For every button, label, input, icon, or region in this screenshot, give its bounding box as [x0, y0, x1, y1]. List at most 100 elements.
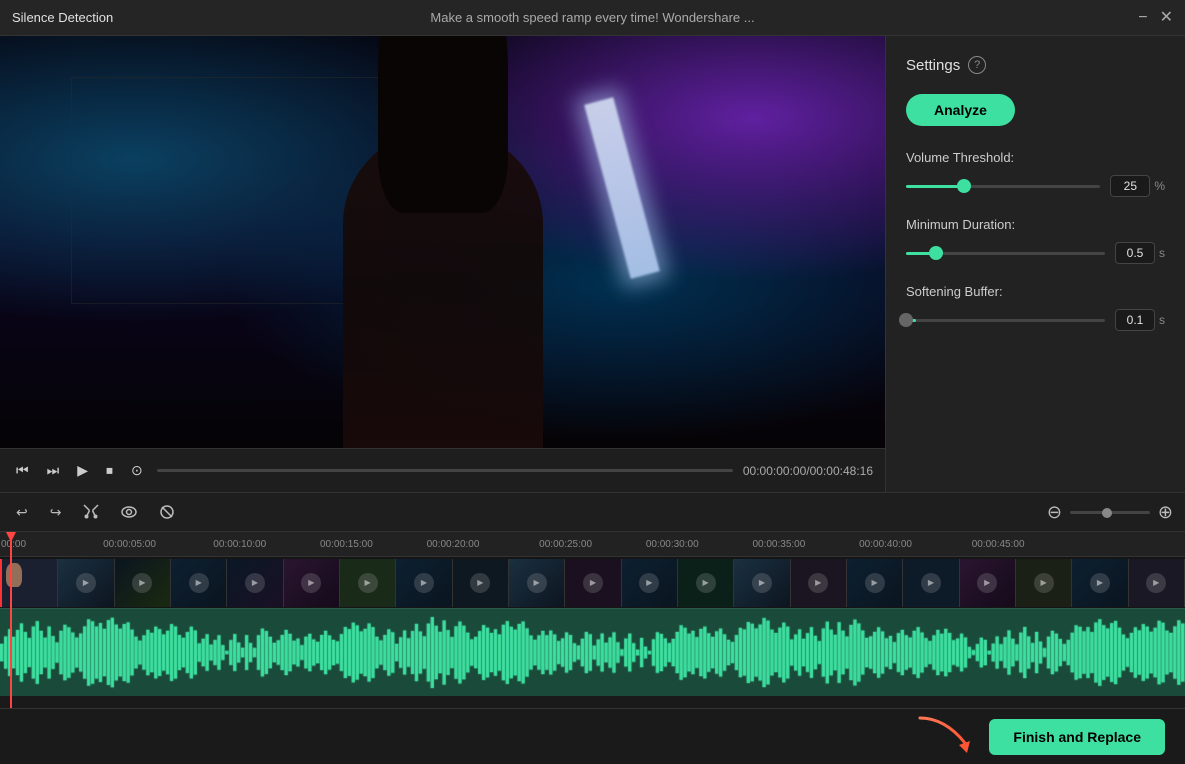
settings-panel: Settings ? Analyze Volume Threshold: 25 … [885, 36, 1185, 492]
volume-threshold-thumb[interactable] [957, 179, 971, 193]
settings-title: Settings [906, 57, 960, 74]
minimum-duration-fill [906, 252, 936, 255]
clip-4[interactable]: ▶ [227, 559, 283, 607]
zoom-dot [1102, 508, 1112, 518]
finish-replace-button[interactable]: Finish and Replace [989, 719, 1165, 755]
minimum-duration-label: Minimum Duration: [906, 217, 1165, 232]
help-icon[interactable]: ? [968, 56, 986, 74]
clip-18[interactable]: ▶ [1016, 559, 1072, 607]
arrow-indicator [915, 713, 975, 756]
volume-threshold-section: Volume Threshold: 25 % [906, 150, 1165, 197]
volume-threshold-number[interactable]: 25 [1110, 175, 1150, 197]
softening-buffer-number[interactable]: 0.1 [1115, 309, 1155, 331]
ruler-mark-2: 00:00:10:00 [213, 532, 266, 556]
video-panel: ⏮ ⏭ ▶ ⏹ ⊙ 00:00:00:00/00:00:48:16 [0, 36, 885, 492]
clip-9[interactable]: ▶ [509, 559, 565, 607]
eye-button[interactable] [117, 502, 141, 522]
ruler-mark-5: 00:00:25:00 [539, 532, 592, 556]
window-title: Silence Detection [12, 10, 113, 25]
clip-10[interactable]: ▶ [565, 559, 621, 607]
analyze-button[interactable]: Analyze [906, 94, 1015, 126]
clip-3[interactable]: ▶ [171, 559, 227, 607]
ruler-mark-4: 00:00:20:00 [427, 532, 480, 556]
clip-15[interactable]: ▶ [847, 559, 903, 607]
toolbar: ↩ ↪ ⊖ ⊕ [0, 492, 1185, 532]
clip-13[interactable]: ▶ [734, 559, 790, 607]
minimum-duration-slider-row: 0.5 s [906, 242, 1165, 264]
progress-bar[interactable] [157, 469, 733, 472]
timeline-ruler: 00:00 00:00:05:00 00:00:10:00 00:00:15:0… [0, 532, 1185, 556]
clip-8[interactable]: ▶ [453, 559, 509, 607]
close-button[interactable]: ✕ [1160, 10, 1173, 26]
cut-button[interactable] [79, 500, 103, 524]
redo-button[interactable]: ↪ [46, 500, 66, 525]
volume-threshold-slider-row: 25 % [906, 175, 1165, 197]
ruler-mark-3: 00:00:15:00 [320, 532, 373, 556]
skip-back-button[interactable]: ⏮ [12, 458, 33, 483]
settings-header: Settings ? [906, 56, 1165, 74]
titlebar: Silence Detection Make a smooth speed ra… [0, 0, 1185, 36]
subtitle: Make a smooth speed ramp every time! Won… [430, 10, 754, 25]
clip-7[interactable]: ▶ [396, 559, 452, 607]
minimum-duration-value: 0.5 s [1115, 242, 1165, 264]
clip-19[interactable]: ▶ [1072, 559, 1128, 607]
minimum-duration-track[interactable] [906, 252, 1105, 255]
playhead[interactable] [10, 532, 12, 708]
timeline-area[interactable]: 00:00 00:00:05:00 00:00:10:00 00:00:15:0… [0, 532, 1185, 708]
ruler-mark-9: 00:00:45:00 [972, 532, 1025, 556]
softening-buffer-thumb[interactable] [899, 313, 913, 327]
softening-buffer-fill [906, 319, 916, 322]
volume-threshold-track[interactable] [906, 185, 1100, 188]
bottom-bar: Finish and Replace [0, 708, 1185, 764]
clip-20[interactable]: ▶ [1129, 559, 1185, 607]
minimize-button[interactable]: − [1138, 10, 1147, 26]
clip-14[interactable]: ▶ [791, 559, 847, 607]
clip-0[interactable] [0, 559, 58, 607]
ruler-mark-7: 00:00:35:00 [752, 532, 805, 556]
minimum-duration-section: Minimum Duration: 0.5 s [906, 217, 1165, 264]
video-controls: ⏮ ⏭ ▶ ⏹ ⊙ 00:00:00:00/00:00:48:16 [0, 448, 885, 492]
minimum-duration-number[interactable]: 0.5 [1115, 242, 1155, 264]
ruler-mark-8: 00:00:40:00 [859, 532, 912, 556]
zoom-out-button[interactable]: ⊖ [1047, 503, 1062, 521]
softening-buffer-track[interactable] [906, 319, 1105, 322]
video-preview [0, 36, 885, 448]
toolbar-right: ⊖ ⊕ [1047, 503, 1173, 521]
softening-buffer-label: Softening Buffer: [906, 284, 1165, 299]
stop-button[interactable]: ⏹ [102, 458, 117, 483]
zoom-slider[interactable] [1070, 511, 1150, 514]
clip-16[interactable]: ▶ [903, 559, 959, 607]
clip-12[interactable]: ▶ [678, 559, 734, 607]
play-button[interactable]: ▶ [73, 458, 92, 483]
volume-threshold-label: Volume Threshold: [906, 150, 1165, 165]
volume-threshold-fill [906, 185, 964, 188]
ruler-mark-1: 00:00:05:00 [103, 532, 156, 556]
zoom-in-button[interactable]: ⊕ [1158, 503, 1173, 521]
undo-button[interactable]: ↩ [12, 500, 32, 525]
mask-button[interactable] [155, 500, 179, 524]
video-container[interactable] [0, 36, 885, 448]
step-back-button[interactable]: ⏭ [43, 458, 64, 483]
time-display: 00:00:00:00/00:00:48:16 [743, 464, 873, 478]
window-controls: − ✕ [1138, 10, 1173, 26]
clips-row[interactable]: ▶ ▶ ▶ ▶ ▶ ▶ ▶ ▶ ▶ ▶ ▶ ▶ [0, 556, 1185, 608]
waveform-row [0, 608, 1185, 696]
softening-buffer-section: Softening Buffer: 0.1 s [906, 284, 1165, 331]
volume-threshold-value: 25 % [1110, 175, 1165, 197]
softening-buffer-value: 0.1 s [1115, 309, 1165, 331]
softening-buffer-slider-row: 0.1 s [906, 309, 1165, 331]
ruler-mark-6: 00:00:30:00 [646, 532, 699, 556]
loop-button[interactable]: ⊙ [127, 458, 147, 483]
clip-2[interactable]: ▶ [115, 559, 171, 607]
waveform-canvas [0, 609, 1185, 696]
clip-1[interactable]: ▶ [58, 559, 114, 607]
softening-buffer-unit: s [1159, 313, 1165, 327]
clip-5[interactable]: ▶ [284, 559, 340, 607]
clip-11[interactable]: ▶ [622, 559, 678, 607]
clip-17[interactable]: ▶ [960, 559, 1016, 607]
clip-6[interactable]: ▶ [340, 559, 396, 607]
minimum-duration-thumb[interactable] [929, 246, 943, 260]
volume-threshold-unit: % [1154, 179, 1165, 193]
main-area: ⏮ ⏭ ▶ ⏹ ⊙ 00:00:00:00/00:00:48:16 Settin… [0, 36, 1185, 492]
minimum-duration-unit: s [1159, 246, 1165, 260]
